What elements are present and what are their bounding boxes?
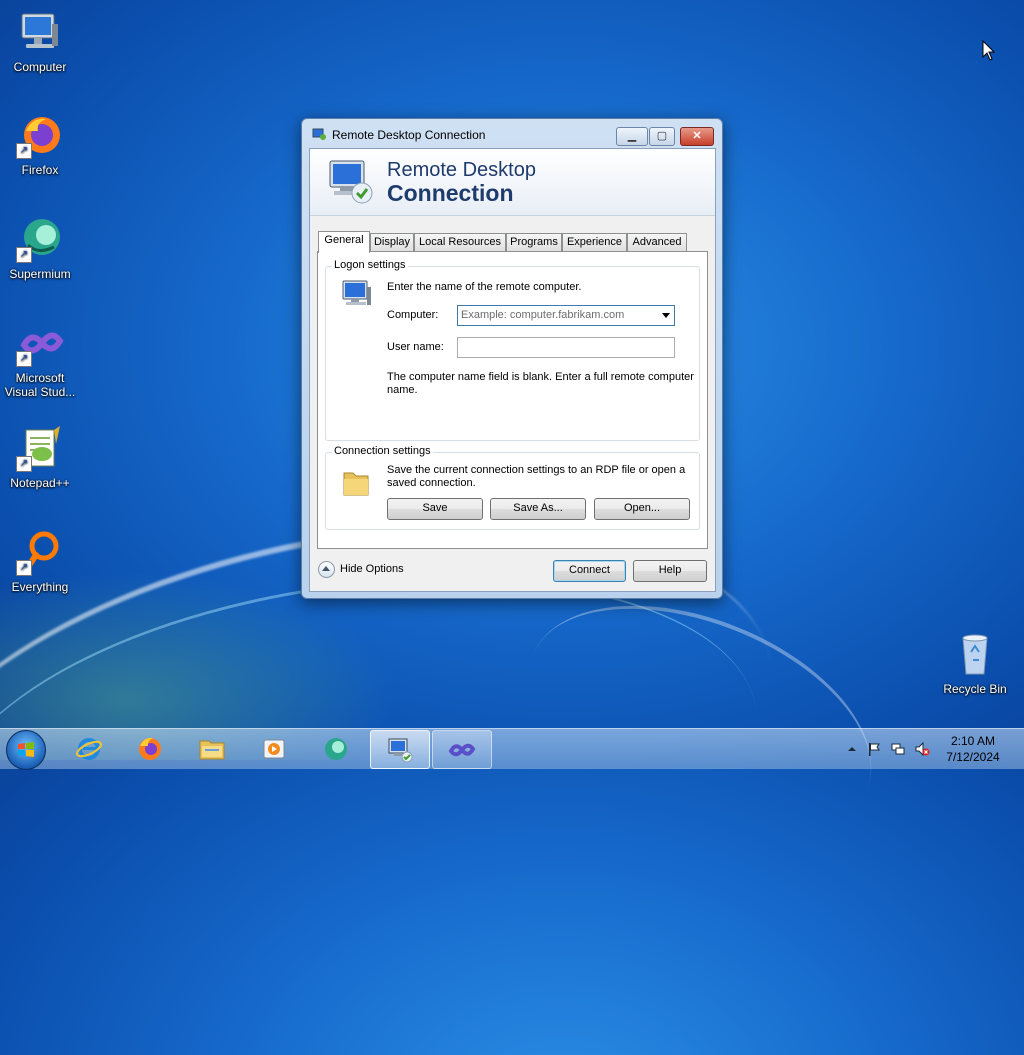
taskbar-clock[interactable]: 2:10 AM 7/12/2024	[930, 733, 1016, 765]
taskbar-firefox[interactable]	[121, 730, 179, 767]
remote-desktop-icon	[312, 128, 326, 140]
computer-combobox[interactable]: Example: computer.fabrikam.com	[457, 305, 675, 326]
help-button[interactable]: Help	[633, 560, 707, 582]
minimize-icon: ▁	[627, 130, 637, 142]
taskbar: 2:10 AM 7/12/2024	[0, 728, 1024, 770]
window-client-area: Remote Desktop Connection General Displa…	[309, 148, 716, 592]
window-title: Remote Desktop Connection	[332, 128, 486, 142]
tab-general[interactable]: General	[318, 231, 370, 253]
visual-studio-icon	[448, 743, 476, 757]
folder-icon	[343, 472, 369, 496]
desktop-icon-recycle-bin[interactable]: Recycle Bin	[935, 630, 1015, 696]
desktop-icon-label: Supermium	[9, 267, 71, 281]
desktop-icon-label: Everything	[11, 580, 69, 594]
desktop-icon-label-line1: Microsoft	[15, 371, 65, 385]
windows-logo-icon	[18, 742, 34, 757]
media-player-icon	[263, 739, 285, 759]
maximize-button[interactable]: ▢	[649, 127, 675, 146]
show-hidden-icons-icon[interactable]	[844, 741, 860, 757]
shortcut-arrow-icon: ↗	[16, 560, 32, 576]
clock-date: 7/12/2024	[946, 750, 1000, 764]
banner-title-line1: Remote Desktop	[387, 159, 536, 181]
desktop-icon-firefox[interactable]: ↗ Firefox	[0, 111, 80, 177]
start-button[interactable]	[6, 730, 46, 770]
maximize-icon: ▢	[656, 130, 668, 142]
computer-label: Computer:	[387, 309, 439, 321]
chevron-down-icon[interactable]	[662, 313, 670, 318]
logon-settings-group: Logon settings Enter the name of the rem…	[325, 259, 700, 441]
desktop-icon-label-line2: Visual Stud...	[4, 385, 76, 399]
tab-experience[interactable]: Experience	[562, 233, 627, 252]
firefox-icon: ↗	[16, 111, 64, 159]
mouse-cursor-icon	[982, 40, 996, 61]
tab-local-resources[interactable]: Local Resources	[414, 233, 506, 252]
action-center-flag-icon[interactable]	[866, 741, 882, 757]
shortcut-arrow-icon: ↗	[16, 247, 32, 263]
desktop-icon-label: Computer	[13, 60, 67, 74]
taskbar-remote-desktop[interactable]	[370, 730, 430, 769]
supermium-icon: ↗	[16, 215, 64, 263]
connection-settings-group: Connection settings Save the current con…	[325, 445, 700, 530]
supermium-icon	[325, 738, 347, 760]
connect-button[interactable]: Connect	[553, 560, 626, 582]
minimize-button[interactable]: ▁	[616, 127, 648, 146]
remote-desktop-window: Remote Desktop Connection ▁ ▢ ✕ Remote D…	[301, 118, 723, 599]
logon-settings-label: Logon settings	[332, 259, 408, 271]
recycle-bin-icon	[951, 630, 999, 678]
connection-description: Save the current connection settings to …	[387, 464, 686, 489]
open-button[interactable]: Open...	[594, 498, 690, 520]
shortcut-arrow-icon: ↗	[16, 351, 32, 367]
desktop-icon-label: Notepad++	[10, 476, 70, 490]
desktop-icon-computer[interactable]: Computer	[0, 8, 80, 74]
title-bar[interactable]: Remote Desktop Connection ▁ ▢ ✕	[302, 119, 722, 147]
tab-advanced[interactable]: Advanced	[627, 233, 687, 252]
tab-display[interactable]: Display	[370, 233, 414, 252]
close-icon: ✕	[692, 130, 702, 142]
banner: Remote Desktop Connection	[310, 149, 715, 216]
taskbar-internet-explorer[interactable]	[60, 730, 118, 767]
logon-intro-text: Enter the name of the remote computer.	[387, 281, 582, 293]
chevron-up-icon[interactable]	[318, 561, 335, 578]
system-tray	[840, 729, 930, 769]
banner-title-line2: Connection	[387, 180, 514, 206]
save-as-button[interactable]: Save As...	[490, 498, 586, 520]
volume-muted-icon[interactable]	[914, 741, 930, 757]
connection-settings-label: Connection settings	[332, 445, 433, 457]
shortcut-arrow-icon: ↗	[16, 143, 32, 159]
remote-desktop-logo-icon	[329, 160, 373, 204]
clock-time: 2:10 AM	[950, 734, 996, 748]
desktop-icon-supermium[interactable]: ↗ Supermium	[0, 215, 80, 281]
visual-studio-icon: ↗	[16, 319, 64, 367]
desktop-icon-everything[interactable]: ↗ Everything	[0, 528, 80, 594]
taskbar-visual-studio[interactable]	[432, 730, 492, 769]
blank-name-message: The computer name field is blank. Enter …	[387, 371, 694, 396]
notepadpp-icon: ↗	[16, 424, 64, 472]
shortcut-arrow-icon: ↗	[16, 456, 32, 472]
everything-icon: ↗	[16, 528, 64, 576]
file-explorer-icon	[199, 740, 225, 760]
hide-options-label[interactable]: Hide Options	[340, 563, 404, 575]
username-field[interactable]	[457, 337, 675, 358]
username-label: User name:	[387, 341, 444, 353]
tab-programs[interactable]: Programs	[506, 233, 562, 252]
taskbar-file-explorer[interactable]	[183, 730, 241, 767]
save-button[interactable]: Save	[387, 498, 483, 520]
computer-icon	[342, 280, 371, 305]
taskbar-supermium[interactable]	[307, 730, 365, 767]
firefox-icon	[139, 737, 161, 760]
taskbar-media-player[interactable]	[245, 730, 303, 767]
internet-explorer-icon	[76, 738, 102, 760]
close-button[interactable]: ✕	[680, 127, 714, 146]
computer-icon	[16, 8, 64, 56]
tab-panel-general: Logon settings Enter the name of the rem…	[317, 251, 708, 549]
computer-placeholder: Example: computer.fabrikam.com	[461, 309, 625, 321]
desktop-icon-notepadpp[interactable]: ↗ Notepad++	[0, 424, 80, 490]
desktop-icon-label: Recycle Bin	[943, 682, 1007, 696]
desktop-icon-visual-studio[interactable]: ↗ Microsoft Visual Stud...	[0, 319, 80, 399]
remote-desktop-icon	[388, 738, 413, 763]
desktop-icon-label: Firefox	[21, 163, 59, 177]
network-icon[interactable]	[890, 741, 906, 757]
